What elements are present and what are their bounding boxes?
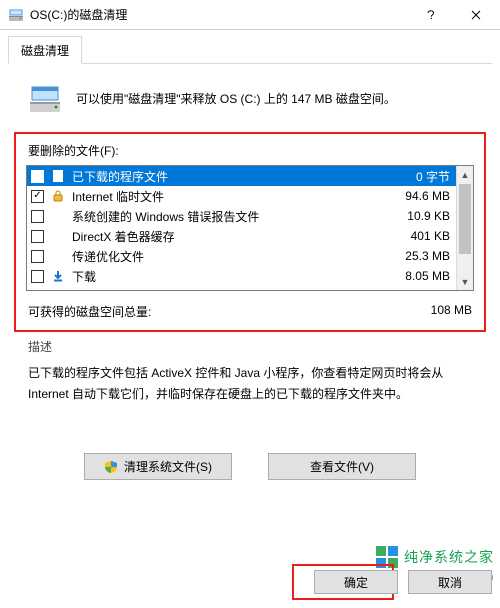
- tab-disk-cleanup[interactable]: 磁盘清理: [8, 36, 82, 64]
- file-row-checkbox[interactable]: [31, 230, 44, 243]
- files-group-label: 要删除的文件(F):: [28, 142, 474, 159]
- ok-button[interactable]: 确定: [314, 570, 398, 594]
- blank-icon: [50, 208, 66, 224]
- file-row[interactable]: 下载 8.05 MB: [27, 266, 456, 286]
- file-row-label: 系统创建的 Windows 错误报告文件: [72, 208, 374, 225]
- file-row-label: 已下载的程序文件: [72, 168, 374, 185]
- total-label: 可获得的磁盘空间总量:: [28, 303, 151, 320]
- file-row[interactable]: 已下载的程序文件 0 字节: [27, 166, 456, 186]
- page-icon: [50, 168, 66, 184]
- watermark-text: 纯净系统之家: [404, 547, 494, 567]
- shield-icon: [104, 460, 118, 474]
- intro-row: 可以使用"磁盘清理"来释放 OS (C:) 上的 147 MB 磁盘空间。: [0, 64, 500, 130]
- scrollbar[interactable]: ▲ ▼: [456, 166, 473, 290]
- file-row-label: 下载: [72, 268, 374, 285]
- file-row[interactable]: DirectX 着色器缓存 401 KB: [27, 226, 456, 246]
- file-row-checkbox[interactable]: [31, 250, 44, 263]
- scroll-down-icon[interactable]: ▼: [457, 273, 473, 290]
- file-row[interactable]: Internet 临时文件 94.6 MB: [27, 186, 456, 206]
- window-title: OS(C:)的磁盘清理: [30, 6, 408, 23]
- cancel-button[interactable]: 取消: [408, 570, 492, 594]
- clean-system-files-button[interactable]: 清理系统文件(S): [84, 453, 232, 480]
- dialog-button-row: 确定 取消: [314, 570, 492, 594]
- total-value: 108 MB: [431, 303, 472, 320]
- secondary-button-row: 清理系统文件(S) 查看文件(V): [0, 453, 500, 480]
- blank-icon: [50, 248, 66, 264]
- watermark: 纯净系统之家: [376, 546, 494, 568]
- watermark-logo-icon: [376, 546, 398, 568]
- view-files-label: 查看文件(V): [310, 458, 374, 475]
- cancel-button-label: 取消: [438, 574, 462, 591]
- clean-system-files-label: 清理系统文件(S): [124, 458, 212, 475]
- file-row-size: 8.05 MB: [380, 269, 450, 283]
- ok-button-label: 确定: [344, 574, 368, 591]
- file-list: 已下载的程序文件 0 字节 Internet 临时文件 94.6 MB 系统创建的 Wi…: [26, 165, 474, 291]
- file-row-checkbox[interactable]: [31, 190, 44, 203]
- blank-icon: [50, 228, 66, 244]
- close-button[interactable]: [453, 0, 498, 29]
- file-row-checkbox[interactable]: [31, 210, 44, 223]
- file-row-checkbox[interactable]: [31, 270, 44, 283]
- view-files-button[interactable]: 查看文件(V): [268, 453, 416, 480]
- file-row[interactable]: 传递优化文件 25.3 MB: [27, 246, 456, 266]
- intro-text: 可以使用"磁盘清理"来释放 OS (C:) 上的 147 MB 磁盘空间。: [76, 90, 396, 108]
- file-row-label: Internet 临时文件: [72, 188, 374, 205]
- file-row-size: 10.9 KB: [380, 209, 450, 223]
- files-group-highlight: 要删除的文件(F): 已下载的程序文件 0 字节 Internet 临时文件 94.6…: [14, 132, 486, 332]
- help-button[interactable]: [408, 0, 453, 29]
- file-row-label: DirectX 着色器缓存: [72, 228, 374, 245]
- drive-icon: [28, 82, 62, 116]
- file-row[interactable]: 系统创建的 Windows 错误报告文件 10.9 KB: [27, 206, 456, 226]
- description-heading: 描述: [28, 338, 472, 355]
- description-text: 已下载的程序文件包括 ActiveX 控件和 Java 小程序，你查看特定网页时…: [28, 363, 472, 405]
- lock-icon: [50, 188, 66, 204]
- file-row-size: 94.6 MB: [380, 189, 450, 203]
- file-row-label: 传递优化文件: [72, 248, 374, 265]
- download-icon: [50, 268, 66, 284]
- title-bar: OS(C:)的磁盘清理: [0, 0, 500, 30]
- app-icon: [8, 7, 24, 23]
- tab-strip: 磁盘清理: [8, 36, 492, 64]
- scroll-thumb[interactable]: [459, 184, 471, 254]
- file-row-size: 401 KB: [380, 229, 450, 243]
- file-row-checkbox[interactable]: [31, 170, 44, 183]
- file-row-size: 0 字节: [380, 168, 450, 185]
- scroll-up-icon[interactable]: ▲: [457, 166, 473, 183]
- total-row: 可获得的磁盘空间总量: 108 MB: [26, 291, 474, 320]
- file-row-size: 25.3 MB: [380, 249, 450, 263]
